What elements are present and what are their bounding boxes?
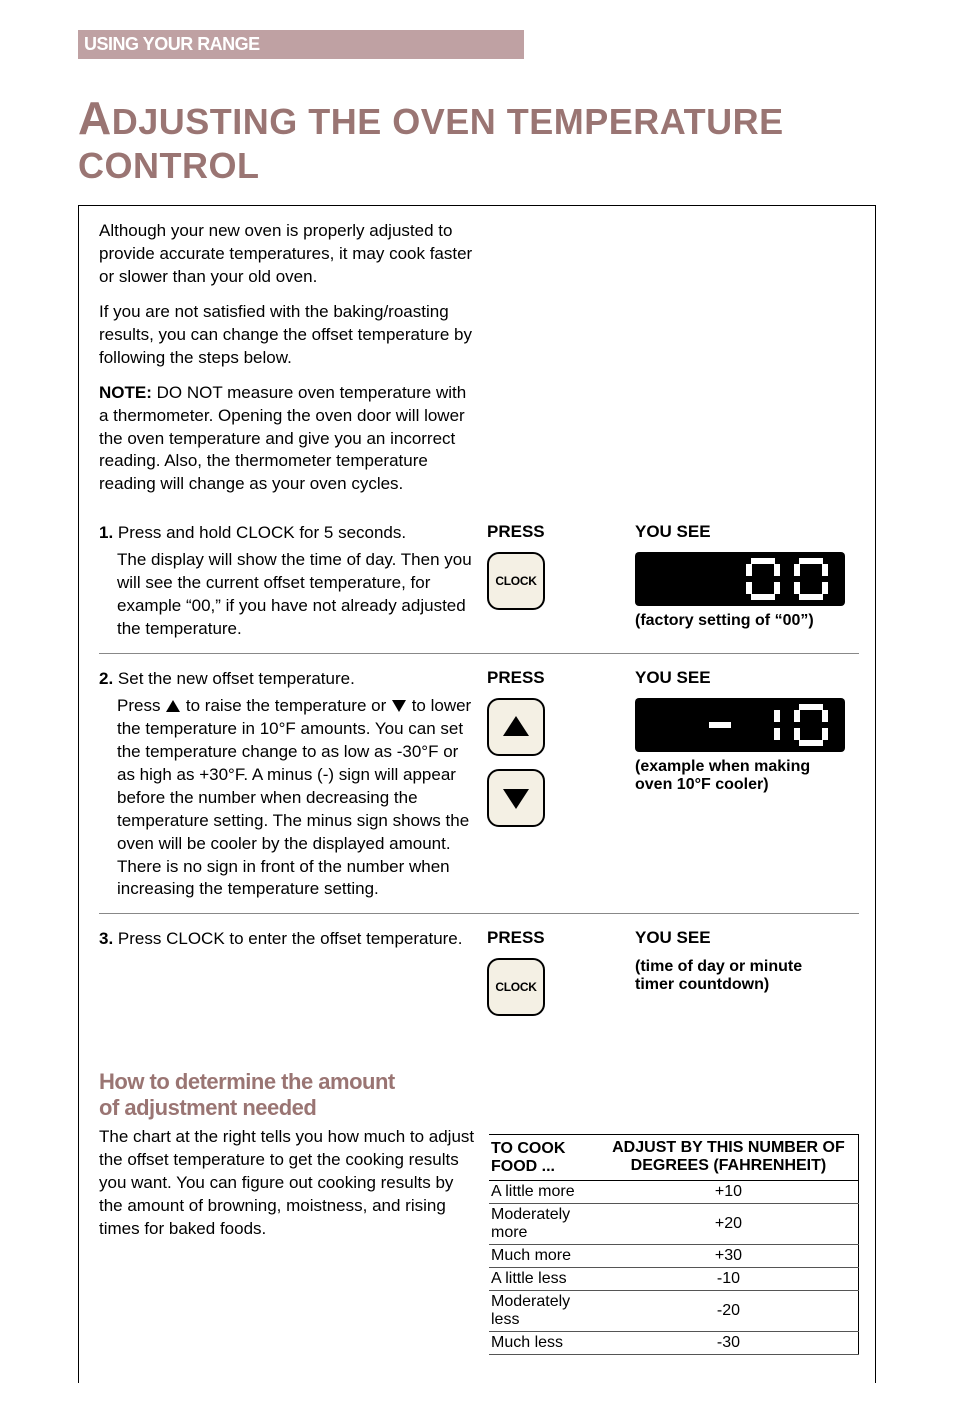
cell-adjust: +20 [603, 1203, 859, 1244]
step-1-text: 1. Press and hold CLOCK for 5 seconds. T… [99, 522, 479, 641]
note-body: DO NOT measure oven temperature with a t… [99, 383, 466, 494]
table-row: Much more+30 [489, 1244, 859, 1267]
adjustment-row: The chart at the right tells you how muc… [99, 1126, 859, 1355]
cell-adjust: -30 [603, 1331, 859, 1354]
cell-adjust: +30 [603, 1244, 859, 1267]
table-row: Moderately more+20 [489, 1203, 859, 1244]
step-3-yousee: YOU SEE (time of day or minute timer cou… [635, 928, 859, 1029]
step-3-head: 3. Press CLOCK to enter the offset tempe… [99, 928, 479, 951]
cell-cook: Moderately more [489, 1203, 603, 1244]
step-2-press: PRESS [487, 668, 627, 901]
yousee-header: YOU SEE [635, 928, 859, 948]
triangle-up-icon [503, 716, 529, 736]
step-3: 3. Press CLOCK to enter the offset tempe… [99, 913, 859, 1041]
intro-block: Although your new oven is properly adjus… [99, 220, 859, 496]
temp-up-button[interactable] [487, 698, 545, 756]
title-first-letter: A [78, 92, 112, 144]
display-minus10-caption: (example when making oven 10°F cooler) [635, 758, 845, 794]
press-header: PRESS [487, 668, 627, 688]
table-row: A little more+10 [489, 1180, 859, 1203]
step-2-body-a: Press [117, 696, 165, 715]
display-00-caption: (factory setting of “00”) [635, 612, 845, 630]
table-row: Moderately less-20 [489, 1290, 859, 1331]
step-1-yousee: YOU SEE (factory setting of “00”) [635, 522, 859, 641]
content-box: Although your new oven is properly adjus… [78, 205, 876, 1383]
display-00 [635, 552, 845, 606]
section-bar: USING YOUR RANGE [78, 30, 524, 59]
yousee-header: YOU SEE [635, 522, 859, 542]
steps-list: 1. Press and hold CLOCK for 5 seconds. T… [99, 508, 859, 1041]
cell-adjust: -20 [603, 1290, 859, 1331]
adjustment-subhead: How to determine the amount of adjustmen… [99, 1069, 419, 1120]
note-label: NOTE: [99, 383, 152, 402]
intro-para-1: Although your new oven is properly adjus… [99, 220, 479, 289]
cell-cook: Moderately less [489, 1290, 603, 1331]
adjustment-table-wrap: TO COOK FOOD ... ADJUST BY THIS NUMBER O… [489, 1134, 859, 1355]
table-row: A little less-10 [489, 1267, 859, 1290]
intro-note: NOTE: DO NOT measure oven temperature wi… [99, 382, 479, 497]
display-minus-10 [635, 698, 845, 752]
step-1-press: PRESS CLOCK [487, 522, 627, 641]
clock-button[interactable]: CLOCK [487, 958, 545, 1016]
step-2-yousee: YOU SEE (e [635, 668, 859, 901]
press-header: PRESS [487, 928, 627, 948]
step-3-caption: (time of day or minute timer countdown) [635, 958, 845, 994]
seven-segment-00-icon [739, 555, 839, 603]
cell-cook: Much less [489, 1331, 603, 1354]
cell-cook: A little more [489, 1180, 603, 1203]
table-row: Much less-30 [489, 1331, 859, 1354]
cell-cook: A little less [489, 1267, 603, 1290]
step-2: 2. Set the new offset temperature. Press… [99, 653, 859, 913]
cell-adjust: -10 [603, 1267, 859, 1290]
step-2-body: Press to raise the temperature or to low… [117, 695, 479, 901]
adjustment-table: TO COOK FOOD ... ADJUST BY THIS NUMBER O… [489, 1134, 859, 1355]
cell-cook: Much more [489, 1244, 603, 1267]
table-header-cook: TO COOK FOOD ... [489, 1134, 603, 1180]
step-1-body: The display will show the time of day. T… [117, 549, 479, 641]
clock-button-label: CLOCK [489, 980, 543, 994]
adjustment-para: The chart at the right tells you how muc… [99, 1126, 479, 1241]
step-3-press: PRESS CLOCK [487, 928, 627, 1029]
triangle-down-icon [503, 789, 529, 809]
step-3-text: 3. Press CLOCK to enter the offset tempe… [99, 928, 479, 1029]
temp-down-button[interactable] [487, 769, 545, 827]
page-title: ADJUSTING THE OVEN TEMPERATURE CONTROL [78, 91, 876, 187]
down-arrow-icon [392, 700, 406, 712]
yousee-header: YOU SEE [635, 668, 859, 688]
press-header: PRESS [487, 522, 627, 542]
step-2-body-b: to raise the temperature or [181, 696, 391, 715]
seven-segment-minus10-icon [699, 701, 839, 749]
table-header-adjust: ADJUST BY THIS NUMBER OF DEGREES (FAHREN… [603, 1134, 859, 1180]
step-1-head: 1. Press and hold CLOCK for 5 seconds. [99, 522, 479, 545]
intro-para-2: If you are not satisfied with the baking… [99, 301, 479, 370]
step-2-text: 2. Set the new offset temperature. Press… [99, 668, 479, 901]
up-arrow-icon [166, 700, 180, 712]
clock-button[interactable]: CLOCK [487, 552, 545, 610]
cell-adjust: +10 [603, 1180, 859, 1203]
step-1: 1. Press and hold CLOCK for 5 seconds. T… [99, 508, 859, 653]
step-2-body-c: to lower the temperature in 10°F amounts… [117, 696, 471, 899]
clock-button-label: CLOCK [489, 574, 543, 588]
step-2-head: 2. Set the new offset temperature. [99, 668, 479, 691]
title-rest: DJUSTING THE OVEN TEMPERATURE CONTROL [78, 101, 784, 186]
